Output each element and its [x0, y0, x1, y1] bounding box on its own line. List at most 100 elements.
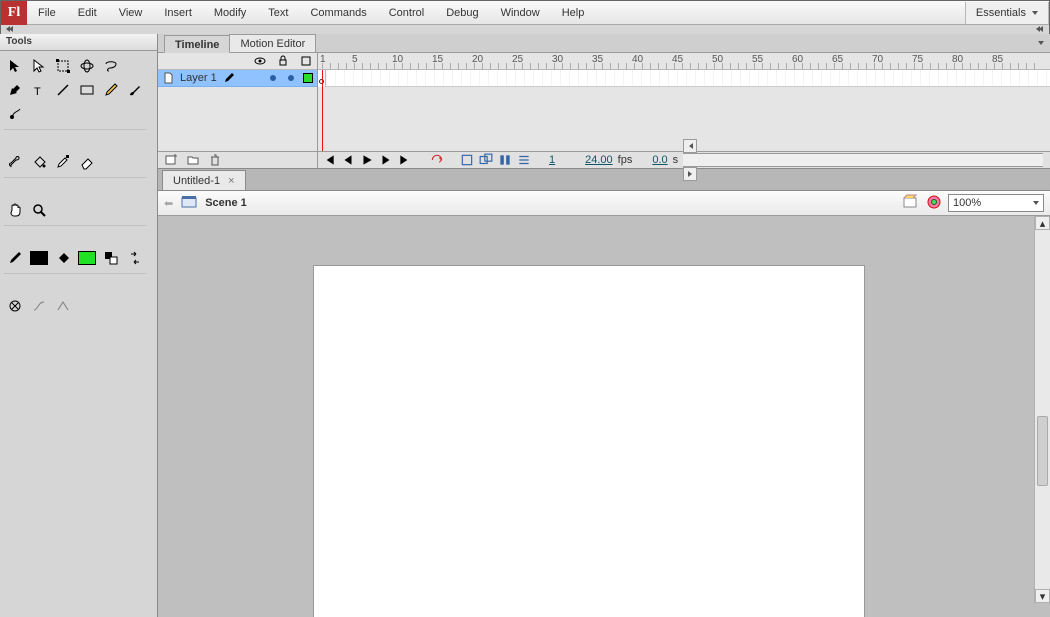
play-button[interactable] — [360, 153, 374, 167]
menu-commands[interactable]: Commands — [299, 1, 377, 25]
straighten-option[interactable] — [52, 295, 74, 317]
menu-file[interactable]: File — [27, 1, 67, 25]
tools-panel-title: Tools — [0, 34, 157, 51]
onion-skin-button[interactable] — [460, 153, 474, 167]
bone-tool[interactable] — [4, 151, 26, 173]
tool-separator — [4, 129, 146, 130]
menu-debug[interactable]: Debug — [435, 1, 489, 25]
scene-label[interactable]: Scene 1 — [205, 197, 247, 209]
tool-separator — [4, 177, 146, 178]
tool-separator — [4, 273, 146, 274]
rectangle-tool[interactable] — [76, 79, 98, 101]
layer-name: Layer 1 — [180, 72, 217, 84]
stroke-color-swatch[interactable] — [28, 247, 50, 269]
svg-text:T: T — [34, 86, 41, 98]
selection-tool[interactable] — [4, 55, 26, 77]
fill-color-tool[interactable] — [52, 247, 74, 269]
back-icon[interactable]: ⬅ — [164, 197, 173, 210]
frame-area[interactable]: 1510152025303540455055606570758085 — [318, 53, 1050, 151]
edit-multiple-frames-button[interactable] — [498, 153, 512, 167]
menu-view[interactable]: View — [108, 1, 154, 25]
fps-value: 24.00 — [585, 154, 613, 166]
free-transform-tool[interactable] — [52, 55, 74, 77]
eyedropper-tool[interactable] — [52, 151, 74, 173]
app-logo: Fl — [1, 1, 27, 25]
menu-modify[interactable]: Modify — [203, 1, 257, 25]
pencil-icon — [223, 72, 235, 84]
black-and-white-tool[interactable] — [100, 247, 122, 269]
visibility-dot[interactable] — [270, 75, 276, 81]
step-forward-button[interactable] — [379, 153, 393, 167]
snap-to-object-tool[interactable] — [4, 295, 26, 317]
tab-motion-editor[interactable]: Motion Editor — [229, 34, 316, 52]
scroll-down-button[interactable]: ▾ — [1035, 589, 1050, 603]
outline-icon[interactable] — [300, 55, 312, 67]
pencil-tool[interactable] — [100, 79, 122, 101]
panel-menu-icon[interactable] — [1032, 34, 1050, 52]
document-tab[interactable]: Untitled-1 × — [162, 170, 246, 190]
workspace-switcher[interactable]: Essentials — [965, 2, 1049, 24]
text-tool[interactable]: T — [28, 79, 50, 101]
eye-icon[interactable] — [254, 55, 266, 67]
workspace-label: Essentials — [976, 2, 1026, 24]
tab-timeline[interactable]: Timeline — [164, 35, 230, 53]
zoom-dropdown[interactable]: 100% — [948, 194, 1044, 212]
layer-icon — [162, 72, 174, 84]
eraser-tool[interactable] — [76, 151, 98, 173]
scroll-up-button[interactable]: ▴ — [1035, 216, 1050, 230]
timeline-scroll-left[interactable] — [683, 139, 697, 153]
layer-row[interactable]: Layer 1 — [158, 70, 317, 87]
collapse-timeline-icon[interactable] — [1033, 25, 1045, 33]
smooth-option[interactable] — [28, 295, 50, 317]
stage-canvas[interactable] — [314, 266, 864, 617]
brush-tool[interactable] — [124, 79, 146, 101]
stage-area[interactable]: ▴ ▾ — [158, 216, 1050, 617]
scroll-thumb[interactable] — [1037, 416, 1048, 486]
new-folder-button[interactable] — [186, 153, 200, 167]
hand-tool[interactable] — [4, 199, 26, 221]
lock-icon[interactable] — [277, 55, 289, 67]
menu-text[interactable]: Text — [257, 1, 299, 25]
close-icon[interactable]: × — [228, 171, 234, 191]
elapsed-label: s — [673, 154, 679, 166]
delete-layer-button[interactable] — [208, 153, 222, 167]
onion-skin-outlines-button[interactable] — [479, 153, 493, 167]
swap-colors-tool[interactable] — [124, 247, 146, 269]
goto-first-button[interactable] — [322, 153, 336, 167]
lock-dot[interactable] — [288, 75, 294, 81]
scene-icon — [181, 195, 197, 212]
subselection-tool[interactable] — [28, 55, 50, 77]
timeline-scrollbar[interactable] — [683, 153, 1043, 167]
goto-last-button[interactable] — [398, 153, 412, 167]
fill-color-swatch[interactable] — [76, 247, 98, 269]
outline-swatch[interactable] — [303, 73, 313, 83]
collapse-tools-icon[interactable] — [3, 25, 15, 33]
new-layer-button[interactable] — [164, 153, 178, 167]
3d-rotation-tool[interactable] — [76, 55, 98, 77]
loop-button[interactable] — [430, 153, 444, 167]
edit-scene-icon[interactable] — [902, 194, 920, 213]
menu-control[interactable]: Control — [378, 1, 435, 25]
edit-bar: ⬅ Scene 1 100% — [158, 191, 1050, 216]
paint-bucket-tool[interactable] — [28, 151, 50, 173]
menu-help[interactable]: Help — [551, 1, 596, 25]
vertical-scrollbar[interactable]: ▴ ▾ — [1034, 216, 1050, 603]
line-tool[interactable] — [52, 79, 74, 101]
deco-tool[interactable] — [4, 103, 26, 125]
step-back-button[interactable] — [341, 153, 355, 167]
edit-symbol-icon[interactable] — [926, 194, 942, 213]
lasso-tool[interactable] — [100, 55, 122, 77]
zoom-tool[interactable] — [28, 199, 50, 221]
menu-edit[interactable]: Edit — [67, 1, 108, 25]
pen-tool[interactable] — [4, 79, 26, 101]
frame-ruler[interactable]: 1510152025303540455055606570758085 — [318, 53, 1050, 70]
document-tab-label: Untitled-1 — [173, 171, 220, 191]
stroke-color-tool[interactable] — [4, 247, 26, 269]
timeline-scroll-right[interactable] — [683, 167, 697, 181]
timeline-panel: Timeline Motion Editor — [158, 34, 1050, 169]
menu-insert[interactable]: Insert — [153, 1, 203, 25]
frame-strip[interactable] — [318, 70, 1050, 87]
modify-markers-button[interactable] — [517, 153, 531, 167]
menu-window[interactable]: Window — [490, 1, 551, 25]
layer-column: Layer 1 — [158, 53, 318, 151]
